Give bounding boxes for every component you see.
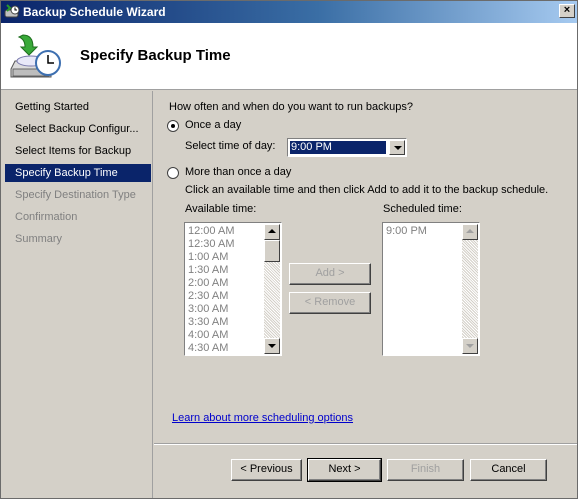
step-select-items-for-backup[interactable]: Select Items for Backup [5, 142, 151, 160]
available-time-scrollbar[interactable] [264, 224, 280, 354]
once-a-day-radio[interactable] [167, 120, 179, 132]
step-confirmation: Confirmation [15, 211, 78, 223]
add-time-button[interactable]: Add > [289, 263, 371, 285]
step-select-backup-configuration[interactable]: Select Backup Configur... [5, 120, 151, 138]
more-than-once-label[interactable]: More than once a day [185, 166, 291, 178]
divider [154, 443, 577, 445]
list-item[interactable]: 12:00 AM [187, 225, 234, 238]
scheduled-time-label: Scheduled time: [383, 203, 462, 215]
scroll-thumb[interactable] [264, 240, 280, 262]
time-of-day-value: 9:00 PM [290, 141, 386, 154]
time-of-day-label: Select time of day: [185, 140, 276, 152]
schedule-question: How often and when do you want to run ba… [169, 101, 413, 113]
once-a-day-label[interactable]: Once a day [185, 119, 241, 131]
list-item[interactable]: 12:30 AM [187, 238, 234, 251]
list-item[interactable]: 1:00 AM [187, 251, 234, 264]
chevron-down-icon[interactable] [389, 140, 405, 155]
scroll-down-icon[interactable] [264, 338, 280, 354]
time-of-day-dropdown[interactable]: 9:00 PM [287, 138, 407, 157]
title-bar[interactable]: Backup Schedule Wizard × [1, 1, 577, 23]
available-time-label: Available time: [185, 203, 257, 215]
list-item[interactable]: 2:00 AM [187, 277, 234, 290]
backup-clock-icon [10, 34, 61, 78]
learn-more-link[interactable]: Learn about more scheduling options [172, 412, 353, 424]
main-content: How often and when do you want to run ba… [154, 91, 577, 498]
scroll-down-icon[interactable] [462, 338, 478, 354]
backup-wizard-icon [4, 4, 20, 18]
scroll-up-icon[interactable] [264, 224, 280, 240]
close-button[interactable]: × [559, 4, 575, 18]
list-item[interactable]: 9:00 PM [385, 225, 427, 238]
step-specify-backup-time[interactable]: Specify Backup Time [5, 164, 151, 182]
remove-time-button[interactable]: < Remove [289, 292, 371, 314]
list-item[interactable]: 1:30 AM [187, 264, 234, 277]
page-title: Specify Backup Time [80, 47, 231, 64]
list-item[interactable]: 3:00 AM [187, 303, 234, 316]
more-than-once-radio[interactable] [167, 167, 179, 179]
scheduled-time-list[interactable]: 9:00 PM [382, 222, 480, 356]
list-item[interactable]: 3:30 AM [187, 316, 234, 329]
backup-schedule-wizard-window: Backup Schedule Wizard × Specify Backup … [0, 0, 578, 499]
window-title: Backup Schedule Wizard [23, 5, 166, 19]
next-button[interactable]: Next > [307, 458, 382, 482]
scheduled-time-scrollbar[interactable] [462, 224, 478, 354]
list-item[interactable]: 4:00 AM [187, 329, 234, 342]
list-item[interactable]: 2:30 AM [187, 290, 234, 303]
wizard-header: Specify Backup Time [1, 23, 577, 90]
step-getting-started[interactable]: Getting Started [5, 98, 151, 116]
schedule-instruction: Click an available time and then click A… [185, 184, 549, 196]
scroll-up-icon[interactable] [462, 224, 478, 240]
list-item[interactable]: 4:30 AM [187, 342, 234, 355]
step-specify-destination-type: Specify Destination Type [15, 189, 136, 201]
finish-button[interactable]: Finish [387, 459, 464, 481]
available-time-list[interactable]: 12:00 AM 12:30 AM 1:00 AM 1:30 AM 2:00 A… [184, 222, 282, 356]
step-summary: Summary [15, 233, 63, 245]
close-icon: × [563, 4, 571, 16]
previous-button[interactable]: < Previous [231, 459, 302, 481]
wizard-steps-sidebar: Getting Started Select Backup Configur..… [1, 91, 153, 498]
cancel-button[interactable]: Cancel [470, 459, 547, 481]
